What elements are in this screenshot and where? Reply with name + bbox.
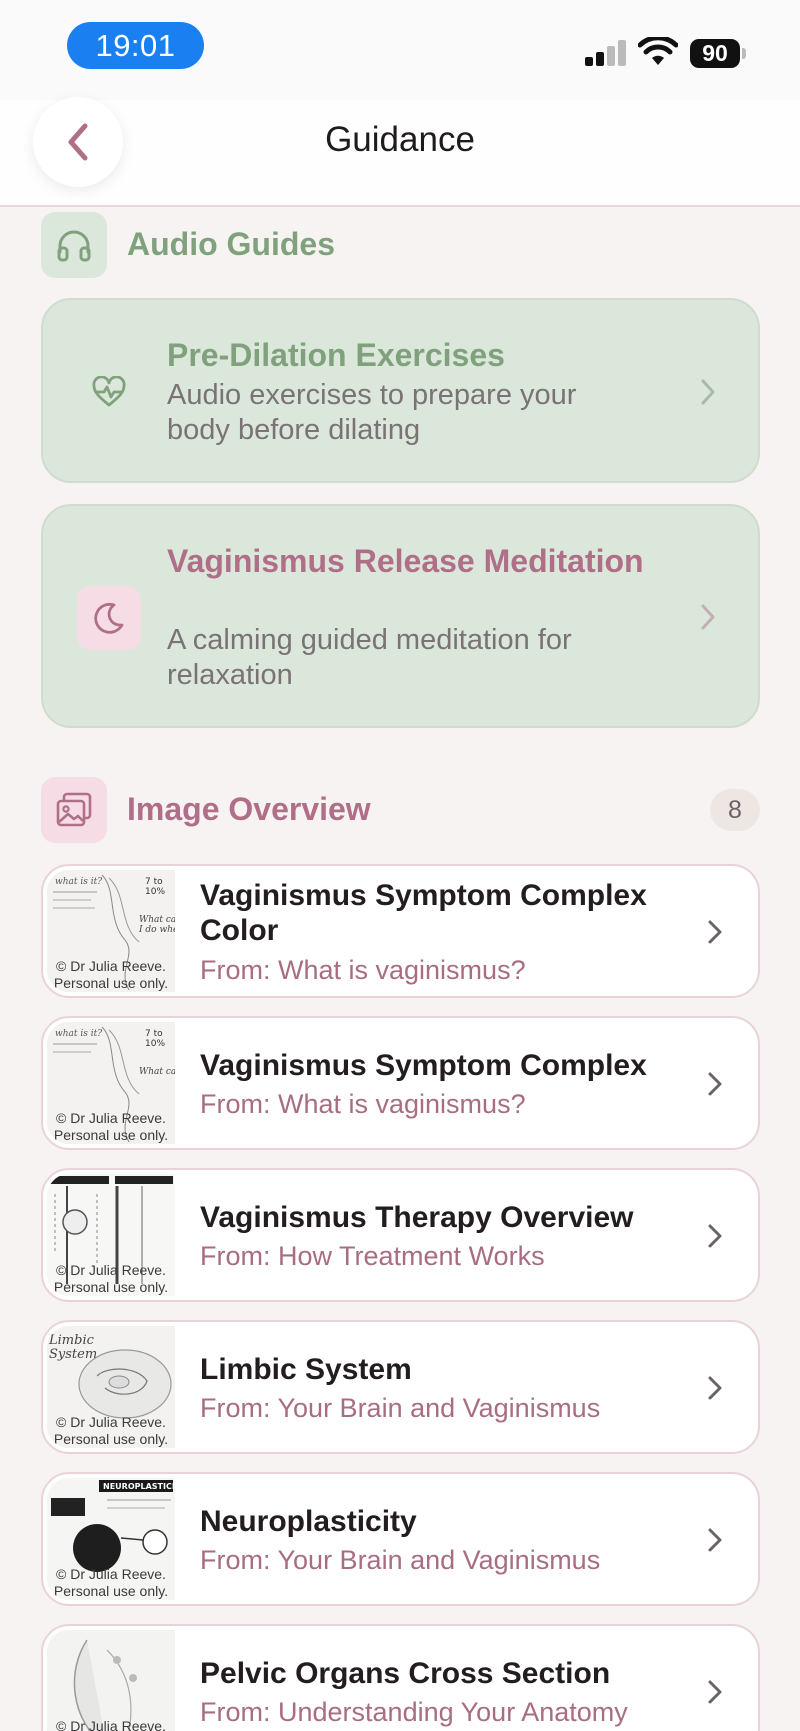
wifi-icon: [638, 37, 678, 65]
thumbnail-watermark: © Dr Julia Reeve. Personal use only.: [56, 1718, 166, 1731]
audio-card-meditation[interactable]: Vaginismus Release Meditation A calming …: [41, 504, 760, 728]
image-row[interactable]: Limbic System © Dr Julia Reeve. Personal…: [41, 1320, 760, 1454]
image-thumbnail: © Dr Julia Reeve. Personal use only.: [47, 1630, 175, 1731]
image-thumbnail: NEUROPLASTICITY © Dr Julia Reeve. Person…: [47, 1478, 175, 1600]
svg-text:NEUROPLASTICITY: NEUROPLASTICITY: [103, 1482, 175, 1491]
image-row-source: From: What is vaginismus?: [200, 1089, 526, 1119]
battery-indicator: 90: [690, 39, 740, 68]
svg-text:what is it?: what is it?: [55, 877, 102, 887]
image-thumbnail: © Dr Julia Reeve. Personal use only.: [47, 1174, 175, 1296]
status-time: 19:01: [67, 22, 204, 69]
audio-card-description: A calming guided meditation for relaxati…: [167, 624, 572, 691]
image-row[interactable]: © Dr Julia Reeve. Personal use only. Vag…: [41, 1168, 760, 1302]
audio-card-title: Pre-Dilation Exercises: [167, 337, 505, 373]
page-title: Guidance: [325, 120, 475, 159]
chevron-right-icon: [708, 1376, 722, 1400]
chevron-right-icon: [708, 1072, 722, 1096]
svg-text:I do when: I do when: [138, 925, 175, 935]
image-section-title: Image Overview: [127, 791, 371, 827]
image-row-title: Pelvic Organs Cross Section: [200, 1657, 611, 1690]
cellular-signal-icon: [585, 40, 627, 66]
thumbnail-watermark: © Dr Julia Reeve. Personal use only.: [53, 1566, 169, 1599]
chevron-right-icon: [701, 604, 715, 630]
chevron-right-icon: [708, 1680, 722, 1704]
image-row[interactable]: © Dr Julia Reeve. Personal use only. Pel…: [41, 1624, 760, 1731]
svg-text:7 to: 7 to: [145, 1029, 163, 1039]
image-row-title: Vaginismus Symptom Complex Color: [200, 879, 647, 947]
svg-text:What can: What can: [139, 1067, 175, 1077]
moon-icon: [77, 586, 141, 650]
svg-text:What can: What can: [139, 915, 175, 925]
thumbnail-watermark: © Dr Julia Reeve. Personal use only.: [53, 958, 169, 991]
image-row-source: From: How Treatment Works: [200, 1241, 545, 1271]
audio-card-title: Vaginismus Release Meditation: [167, 543, 644, 579]
thumbnail-watermark: © Dr Julia Reeve. Personal use only.: [53, 1414, 169, 1447]
audio-card-pre-dilation[interactable]: Pre-Dilation Exercises Audio exercises t…: [41, 298, 760, 483]
svg-text:Limbic: Limbic: [48, 1333, 95, 1348]
image-row[interactable]: what is it? 7 to 10% What can I do when …: [41, 864, 760, 998]
image-thumbnail: what is it? 7 to 10% What can I do when …: [47, 870, 175, 992]
image-count-badge: 8: [710, 789, 760, 831]
image-row[interactable]: NEUROPLASTICITY © Dr Julia Reeve. Person…: [41, 1472, 760, 1606]
image-section-header: Image Overview 8: [41, 777, 760, 843]
battery-tip: [742, 48, 746, 59]
image-thumbnail: Limbic System © Dr Julia Reeve. Personal…: [47, 1326, 175, 1448]
image-row-source: From: Your Brain and Vaginismus: [200, 1545, 601, 1575]
heart-pulse-icon: [77, 360, 141, 424]
thumbnail-watermark: © Dr Julia Reeve. Personal use only.: [53, 1110, 169, 1143]
chevron-right-icon: [701, 379, 715, 405]
audio-card-description: Audio exercises to prepare your body bef…: [167, 379, 577, 446]
svg-text:System: System: [49, 1347, 97, 1362]
image-thumbnail: what is it? 7 to 10% What can © Dr Julia…: [47, 1022, 175, 1144]
image-gallery-icon: [41, 777, 107, 843]
chevron-right-icon: [708, 920, 722, 944]
chevron-right-icon: [708, 1528, 722, 1552]
svg-text:10%: 10%: [145, 887, 165, 897]
svg-text:7 to: 7 to: [145, 877, 163, 887]
headphones-icon: [41, 212, 107, 278]
status-bar: 19:01 90: [0, 0, 800, 100]
svg-text:10%: 10%: [145, 1039, 165, 1049]
svg-text:what is it?: what is it?: [55, 1029, 102, 1039]
thumbnail-watermark: © Dr Julia Reeve. Personal use only.: [53, 1262, 169, 1295]
image-row-source: From: Understanding Your Anatomy: [200, 1697, 628, 1727]
image-row-source: From: Your Brain and Vaginismus: [200, 1393, 601, 1423]
audio-section-title: Audio Guides: [127, 226, 335, 262]
chevron-right-icon: [708, 1224, 722, 1248]
image-row-source: From: What is vaginismus?: [200, 955, 526, 985]
image-row[interactable]: what is it? 7 to 10% What can © Dr Julia…: [41, 1016, 760, 1150]
audio-section-header: Audio Guides: [41, 212, 760, 278]
image-row-title: Limbic System: [200, 1353, 412, 1386]
image-row-title: Vaginismus Symptom Complex: [200, 1049, 647, 1082]
image-row-title: Neuroplasticity: [200, 1505, 417, 1538]
image-row-title: Vaginismus Therapy Overview: [200, 1201, 634, 1234]
